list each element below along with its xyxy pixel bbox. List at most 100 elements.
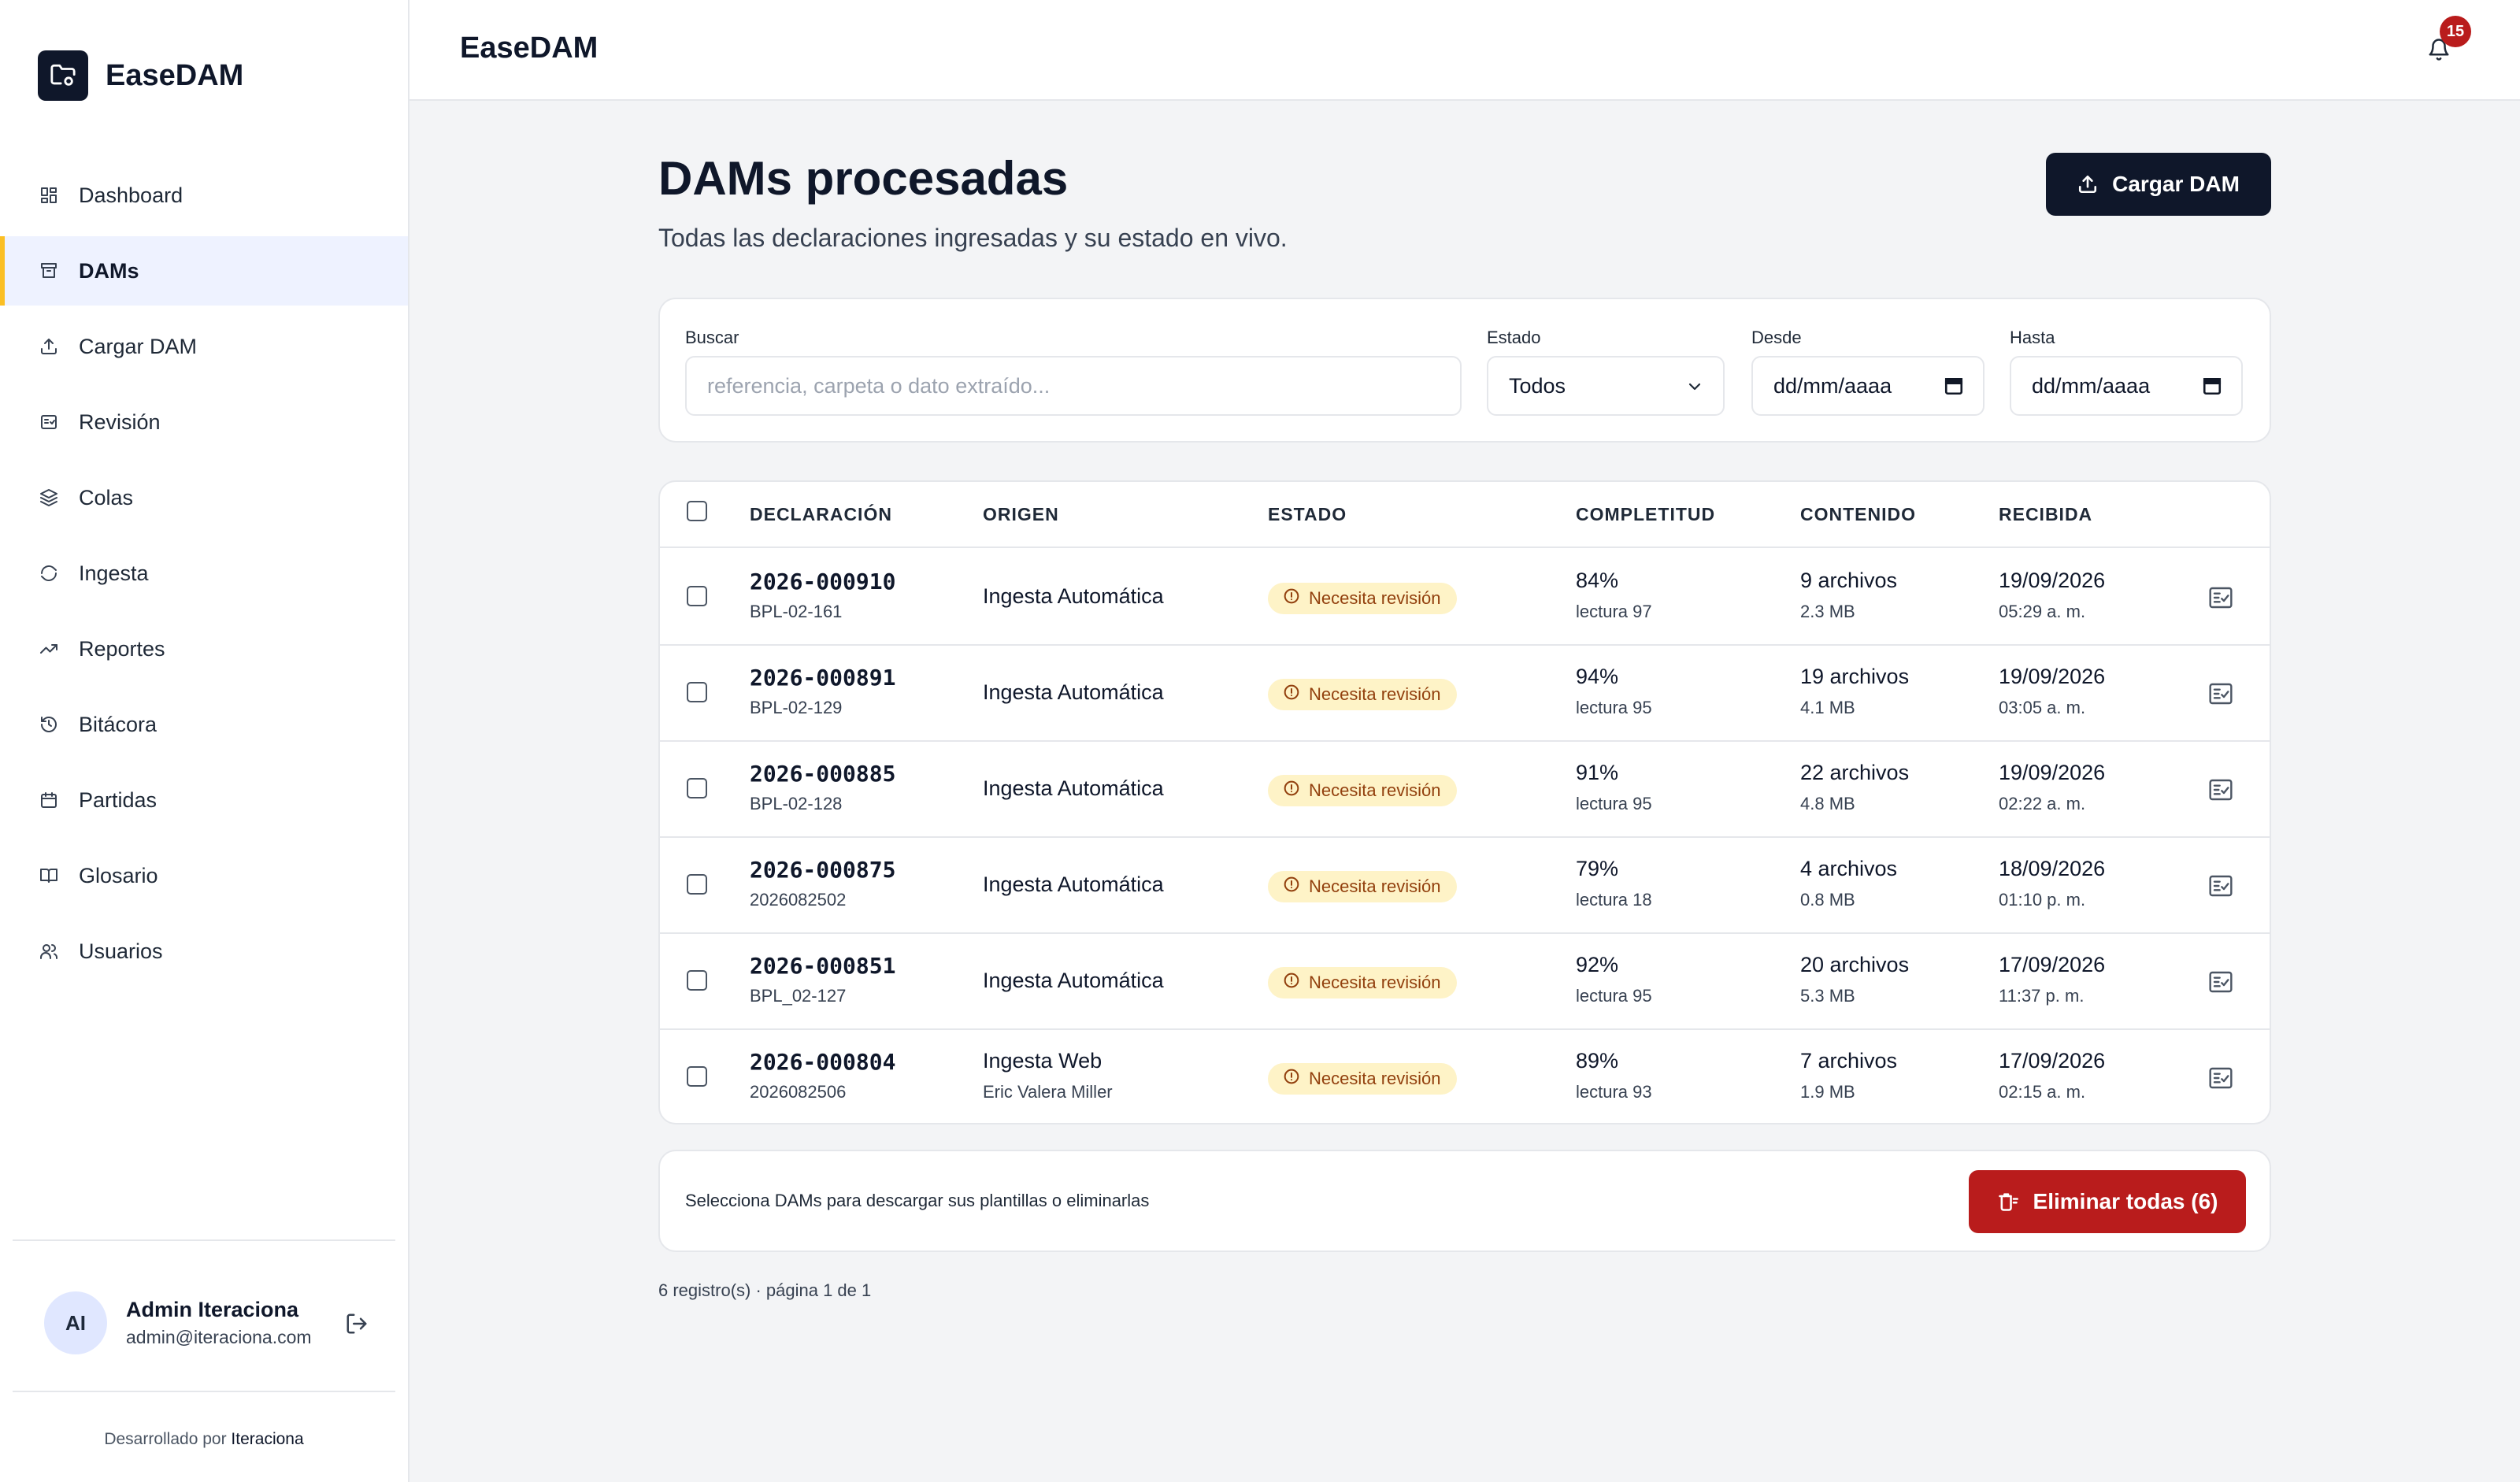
review-icon[interactable] bbox=[2208, 778, 2233, 802]
declaration-id[interactable]: 2026-000885 bbox=[750, 761, 895, 787]
brand[interactable]: EaseDAM bbox=[38, 50, 243, 101]
received-date: 19/09/2026 bbox=[1999, 665, 2106, 688]
status-select-value: Todos bbox=[1509, 373, 1566, 398]
sidebar-item-usuarios[interactable]: Usuarios bbox=[0, 917, 408, 986]
sidebar-item-partidas[interactable]: Partidas bbox=[0, 765, 408, 835]
file-count: 9 archivos bbox=[1800, 569, 1898, 592]
upload-dam-button[interactable]: Cargar DAM bbox=[2046, 153, 2271, 216]
sidebar-item-reportes[interactable]: Reportes bbox=[0, 614, 408, 684]
credit: Desarrollado por Iteraciona bbox=[0, 1430, 408, 1449]
status-badge: Necesita revisión bbox=[1268, 775, 1457, 806]
select-all-checkbox[interactable] bbox=[687, 501, 707, 521]
completeness: 84% bbox=[1576, 569, 1619, 592]
search-input[interactable]: referencia, carpeta o dato extraído... bbox=[685, 356, 1462, 416]
header-recibida[interactable]: RECIBIDA bbox=[1999, 504, 2092, 525]
header-origen[interactable]: ORIGEN bbox=[983, 504, 1059, 525]
notification-badge[interactable]: 15 bbox=[2440, 16, 2471, 47]
to-date-value: dd/mm/aaaa bbox=[2032, 373, 2151, 398]
logout-icon[interactable] bbox=[345, 1312, 369, 1336]
status-text: Necesita revisión bbox=[1309, 1069, 1441, 1088]
row-checkbox[interactable] bbox=[687, 586, 707, 606]
table-row[interactable]: 2026-000875 2026082502 Ingesta Automática N… bbox=[660, 838, 2270, 934]
row-checkbox[interactable] bbox=[687, 778, 707, 798]
reading-score: lectura 95 bbox=[1576, 986, 1652, 1006]
sidebar-item-label: Dashboard bbox=[79, 183, 183, 207]
declaration-id[interactable]: 2026-000891 bbox=[750, 665, 895, 691]
upload-icon bbox=[2079, 175, 2097, 194]
declaration-id[interactable]: 2026-000804 bbox=[750, 1049, 895, 1075]
sidebar-nav: Dashboard DAMs Cargar DAM Revisión Colas Inge… bbox=[0, 161, 408, 992]
review-icon[interactable] bbox=[2208, 586, 2233, 609]
sidebar-item-glosario[interactable]: Glosario bbox=[0, 841, 408, 910]
status-badge: Necesita revisión bbox=[1268, 1063, 1457, 1095]
calendar-icon[interactable] bbox=[2202, 375, 2222, 402]
dams-table: DECLARACIÓN ORIGEN ESTADO COMPLETITUD CO… bbox=[658, 480, 2271, 1124]
trash-icon bbox=[1998, 1193, 2018, 1211]
sidebar-item-label: Bitácora bbox=[79, 712, 158, 736]
file-count: 7 archivos bbox=[1800, 1049, 1898, 1073]
calendar-icon[interactable] bbox=[1944, 375, 1964, 402]
header-declaracion[interactable]: DECLARACIÓN bbox=[750, 504, 892, 525]
sidebar-item-dams[interactable]: DAMs bbox=[0, 236, 408, 306]
user-name: Admin Iteraciona bbox=[126, 1298, 299, 1321]
table-row[interactable]: 2026-000891 BPL-02-129 Ingesta Automática N… bbox=[660, 646, 2270, 742]
row-checkbox[interactable] bbox=[687, 1066, 707, 1087]
table-row[interactable]: 2026-000910 BPL-02-161 Ingesta Automática N… bbox=[660, 550, 2270, 646]
sidebar-item-colas[interactable]: Colas bbox=[0, 463, 408, 532]
declaration-id[interactable]: 2026-000910 bbox=[750, 569, 895, 595]
file-count: 20 archivos bbox=[1800, 953, 1910, 976]
user-profile: AI Admin Iteraciona admin@iteraciona.com bbox=[44, 1291, 375, 1354]
declaration-id[interactable]: 2026-000851 bbox=[750, 953, 895, 979]
declaration-ref: BPL-02-128 bbox=[750, 794, 843, 813]
file-size: 5.3 MB bbox=[1800, 986, 1855, 1006]
header-contenido[interactable]: CONTENIDO bbox=[1800, 504, 1916, 525]
file-count: 4 archivos bbox=[1800, 857, 1898, 880]
upload-icon bbox=[38, 335, 60, 358]
origin: Ingesta Automática bbox=[983, 776, 1164, 800]
received-time: 02:15 a. m. bbox=[1999, 1082, 2086, 1102]
origin: Ingesta Automática bbox=[983, 873, 1164, 896]
received-date: 17/09/2026 bbox=[1999, 1049, 2106, 1073]
review-icon[interactable] bbox=[2208, 874, 2233, 898]
review-icon[interactable] bbox=[2208, 1066, 2233, 1090]
sidebar-item-ingesta[interactable]: Ingesta bbox=[0, 539, 408, 608]
received-time: 03:05 a. m. bbox=[1999, 698, 2086, 717]
status-text: Necesita revisión bbox=[1309, 780, 1441, 800]
status-select[interactable]: Todos bbox=[1487, 356, 1725, 416]
upload-dam-label: Cargar DAM bbox=[2112, 172, 2240, 196]
package-icon bbox=[38, 789, 60, 811]
dashboard-icon bbox=[38, 184, 60, 206]
from-label: Desde bbox=[1751, 328, 1802, 347]
row-checkbox[interactable] bbox=[687, 970, 707, 991]
row-checkbox[interactable] bbox=[687, 874, 707, 895]
delete-all-button[interactable]: Eliminar todas (6) bbox=[1969, 1170, 2246, 1233]
sidebar-item-label: Colas bbox=[79, 485, 134, 509]
sidebar-item-dashboard[interactable]: Dashboard bbox=[0, 161, 408, 230]
review-icon[interactable] bbox=[2208, 970, 2233, 994]
sidebar-item-cargar-dam[interactable]: Cargar DAM bbox=[0, 312, 408, 381]
completeness: 92% bbox=[1576, 953, 1619, 976]
received-date: 19/09/2026 bbox=[1999, 569, 2106, 592]
review-icon[interactable] bbox=[2208, 682, 2233, 706]
user-email: admin@iteraciona.com bbox=[126, 1327, 312, 1347]
reading-score: lectura 95 bbox=[1576, 794, 1652, 813]
sidebar-item-revision[interactable]: Revisión bbox=[0, 387, 408, 457]
header-completitud[interactable]: COMPLETITUD bbox=[1576, 504, 1715, 525]
row-checkbox[interactable] bbox=[687, 682, 707, 702]
table-row[interactable]: 2026-000804 2026082506 Ingesta Web Eric Val… bbox=[660, 1030, 2270, 1123]
to-date-input[interactable]: dd/mm/aaaa bbox=[2010, 356, 2243, 416]
folder-settings-icon bbox=[38, 50, 88, 101]
table-row[interactable]: 2026-000851 BPL_02-127 Ingesta Automática N… bbox=[660, 934, 2270, 1030]
sidebar-item-bitacora[interactable]: Bitácora bbox=[0, 690, 408, 759]
header-estado[interactable]: ESTADO bbox=[1268, 504, 1347, 525]
avatar: AI bbox=[44, 1291, 107, 1354]
table-row[interactable]: 2026-000885 BPL-02-128 Ingesta Automática N… bbox=[660, 742, 2270, 838]
from-date-input[interactable]: dd/mm/aaaa bbox=[1751, 356, 1984, 416]
filters-panel: Buscar referencia, carpeta o dato extraí… bbox=[658, 298, 2271, 443]
origin: Ingesta Automática bbox=[983, 969, 1164, 992]
alert-icon bbox=[1284, 684, 1309, 705]
status-label: Estado bbox=[1487, 328, 1541, 347]
declaration-id[interactable]: 2026-000875 bbox=[750, 857, 895, 883]
sidebar-item-label: Partidas bbox=[79, 787, 158, 812]
sidebar-divider bbox=[13, 1239, 395, 1241]
